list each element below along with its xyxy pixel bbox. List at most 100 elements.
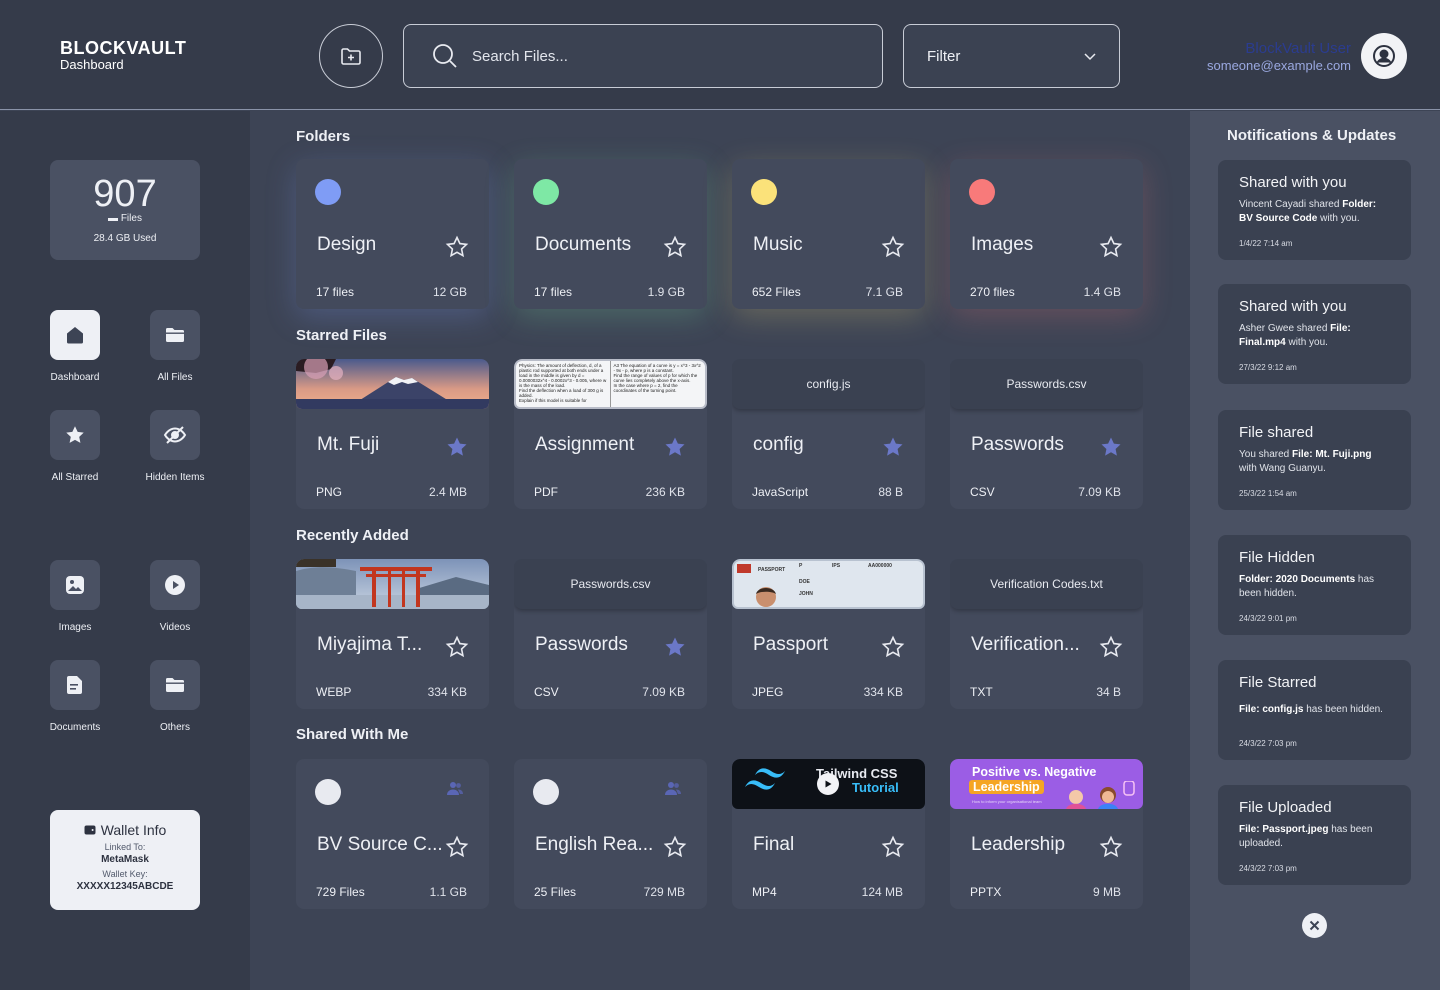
nav-icon-box[interactable]	[50, 660, 100, 710]
file-card[interactable]: Passwords.csv Passwords CSV 7.09 KB	[514, 559, 707, 709]
folder-card[interactable]: Design 17 files 12 GB	[296, 159, 489, 309]
star-outline-icon[interactable]	[445, 635, 469, 659]
mt-fuji-thumbnail	[296, 359, 489, 409]
shared-folder-card[interactable]: BV Source C... 729 Files 1.1 GB	[296, 759, 489, 909]
star-outline-icon[interactable]	[1099, 235, 1123, 259]
star-outline-icon[interactable]	[881, 835, 905, 859]
folder-card[interactable]: Documents 17 files 1.9 GB	[514, 159, 707, 309]
star-outline-icon[interactable]	[445, 835, 469, 859]
star-filled-icon[interactable]	[663, 635, 687, 659]
wallet-key-value: XXXXX12345ABCDE	[76, 881, 174, 892]
file-name: Miyajima T...	[317, 634, 423, 655]
notification-card[interactable]: File shared You shared File: Mt. Fuji.pn…	[1218, 410, 1411, 510]
notification-card[interactable]: Shared with you Vincent Cayadi shared Fo…	[1218, 160, 1411, 260]
search-bar[interactable]	[403, 24, 883, 88]
file-card[interactable]: Tailwind CSS Tutorial Final MP4 124 MB	[732, 759, 925, 909]
star-outline-icon[interactable]	[881, 635, 905, 659]
file-card[interactable]: Mt. Fuji PNG 2.4 MB	[296, 359, 489, 509]
notification-title: Shared with you	[1239, 174, 1347, 191]
passport-thumbnail: PASSPORT P IPS AA000000 DOE JOHN	[732, 559, 925, 609]
assignment-column: Physics: The amount of deflection, d, of…	[516, 361, 611, 407]
nav-icon-box[interactable]	[150, 310, 200, 360]
section-title-starred: Starred Files	[296, 327, 387, 344]
wallet-icon	[84, 825, 96, 835]
nav-images[interactable]: Images	[25, 560, 125, 633]
star-outline-icon[interactable]	[881, 235, 905, 259]
star-outline-icon[interactable]	[1099, 835, 1123, 859]
nav-all-files[interactable]: All Files	[125, 310, 225, 383]
file-card[interactable]: Physics: The amount of deflection, d, of…	[514, 359, 707, 509]
nav-icon-box[interactable]	[50, 310, 100, 360]
star-outline-icon[interactable]	[663, 835, 687, 859]
notification-card[interactable]: File Hidden Folder: 2020 Documents has b…	[1218, 535, 1411, 635]
file-type: CSV	[970, 485, 995, 499]
video-play-button[interactable]	[817, 773, 839, 795]
nav-icon-box[interactable]	[150, 560, 200, 610]
nav-label: Others	[159, 722, 190, 733]
files-label: Files	[120, 213, 142, 224]
file-type: WEBP	[316, 685, 352, 699]
nav-label: Videos	[159, 622, 191, 633]
wallet-info-card[interactable]: Wallet Info Linked To: MetaMask Wallet K…	[50, 810, 200, 910]
star-filled-icon[interactable]	[445, 435, 469, 459]
shared-folder-card[interactable]: English Rea... 25 Files 729 MB	[514, 759, 707, 909]
folder-color-dot	[315, 179, 341, 205]
nav-all-starred[interactable]: All Starred	[25, 410, 125, 483]
star-outline-icon[interactable]	[663, 235, 687, 259]
folder-card[interactable]: Music 652 Files 7.1 GB	[732, 159, 925, 309]
close-notifications-button[interactable]	[1302, 913, 1327, 938]
close-icon	[1309, 920, 1320, 931]
notification-card[interactable]: Shared with you Asher Gwee shared File: F…	[1218, 284, 1411, 384]
nav-documents[interactable]: Documents	[25, 660, 125, 733]
passport-given-name: JOHN	[799, 591, 813, 597]
folder-name: BV Source C...	[317, 834, 443, 855]
wallet-linked-label: Linked To:	[104, 842, 146, 852]
nav-hidden-items[interactable]: Hidden Items	[125, 410, 225, 483]
star-filled-icon[interactable]	[1099, 435, 1123, 459]
nav-icon-box[interactable]	[150, 660, 200, 710]
nav-videos[interactable]: Videos	[125, 560, 225, 633]
file-card[interactable]: Positive vs. Negative Leadership How to …	[950, 759, 1143, 909]
logo[interactable]: BLOCKVAULT Dashboard	[60, 38, 186, 72]
star-filled-icon[interactable]	[881, 435, 905, 459]
play-icon	[165, 575, 185, 595]
search-icon	[433, 44, 457, 68]
file-preview-name: config.js	[732, 359, 925, 409]
notification-bold: File:	[1330, 323, 1351, 334]
star-icon	[66, 426, 84, 443]
file-name: Verification...	[971, 634, 1080, 655]
avatar-button[interactable]	[1361, 33, 1407, 79]
nav-icon-box[interactable]	[150, 410, 200, 460]
file-card[interactable]: PASSPORT P IPS AA000000 DOE JOHN Passpor…	[732, 559, 925, 709]
nav-others[interactable]: Others	[125, 660, 225, 733]
notification-text: You shared	[1239, 449, 1293, 460]
notification-body: Vincent Cayadi shared Folder: BV Source C…	[1239, 198, 1390, 226]
file-card[interactable]: config.js config JavaScript 88 B	[732, 359, 925, 509]
file-size: 334 KB	[863, 685, 903, 699]
notification-time: 1/4/22 7:14 am	[1239, 239, 1293, 248]
logo-subtitle: Dashboard	[60, 57, 124, 72]
file-card[interactable]: Miyajima T... WEBP 334 KB	[296, 559, 489, 709]
section-title-recent: Recently Added	[296, 527, 409, 544]
user-name: BlockVault User	[1245, 40, 1351, 57]
notification-card[interactable]: File Uploaded File: Passport.jpeg has be…	[1218, 785, 1411, 885]
folder-card[interactable]: Images 270 files 1.4 GB	[950, 159, 1143, 309]
file-type: PDF	[534, 485, 558, 499]
notification-title: File shared	[1239, 424, 1314, 441]
nav-icon-box[interactable]	[50, 410, 100, 460]
nav-dashboard[interactable]: Dashboard	[25, 310, 125, 383]
file-card[interactable]: Passwords.csv Passwords CSV 7.09 KB	[950, 359, 1143, 509]
folder-name: Design	[317, 234, 377, 255]
nav-icon-box[interactable]	[50, 560, 100, 610]
new-folder-button[interactable]	[319, 24, 383, 88]
star-outline-icon[interactable]	[445, 235, 469, 259]
notification-card[interactable]: File Starred File: config.js has been hi…	[1218, 660, 1411, 760]
filter-dropdown[interactable]: Filter	[903, 24, 1120, 88]
file-name: Passwords	[535, 634, 628, 655]
star-outline-icon[interactable]	[1099, 635, 1123, 659]
search-input[interactable]	[472, 47, 852, 65]
assignment-text: Find the range of values of p for which …	[613, 373, 698, 383]
file-size: 2.4 MB	[428, 485, 467, 499]
star-filled-icon[interactable]	[663, 435, 687, 459]
file-card[interactable]: Verification Codes.txt Verification... T…	[950, 559, 1143, 709]
